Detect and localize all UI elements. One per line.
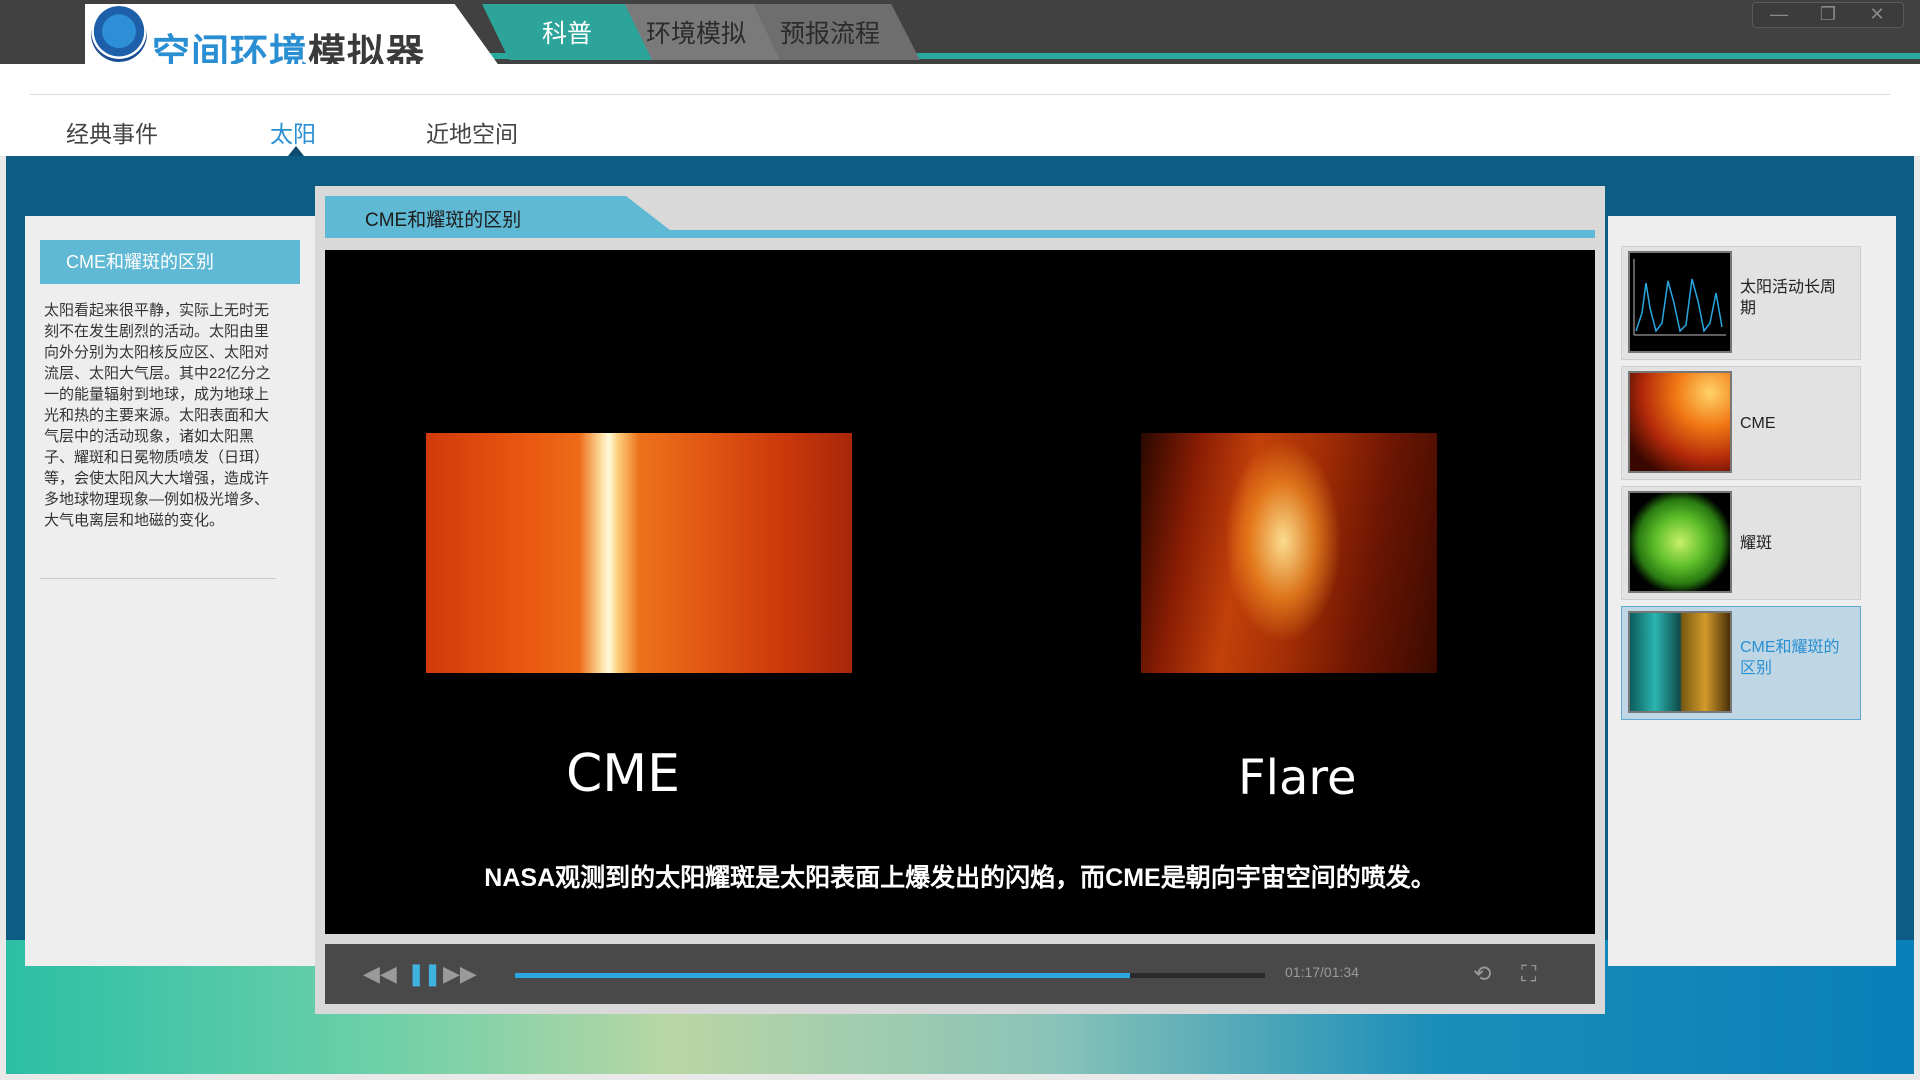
playlist-item-label: CME	[1740, 415, 1776, 432]
cme-label: CME	[566, 744, 681, 804]
minimize-button[interactable]: —	[1755, 3, 1803, 27]
playlist-item-flare[interactable]: 耀斑	[1621, 486, 1861, 600]
cme-thumbnail-icon	[1628, 371, 1732, 473]
flare-thumbnail-icon	[1628, 491, 1732, 593]
rewind-icon[interactable]: ◀◀	[363, 960, 397, 988]
close-button[interactable]: ✕	[1853, 3, 1901, 27]
restore-button[interactable]: ❐	[1804, 3, 1852, 27]
playlist-item-solar-cycle[interactable]: 太阳活动长周期	[1621, 246, 1861, 360]
player-controls: ◀◀ ❚❚ ▶▶ 01:17/01:34 ⟲ ⛶	[325, 944, 1595, 1004]
video-player[interactable]: CME Flare NASA观测到的太阳耀斑是太阳表面上爆发出的闪焰，而CME是…	[325, 250, 1595, 934]
info-panel-text: 太阳看起来很平静，实际上无时无刻不在发生剧烈的活动。太阳由里向外分别为太阳核反应…	[44, 302, 271, 529]
solar-cycle-chart-icon	[1628, 251, 1732, 353]
sub-nav-near-earth-space[interactable]: 近地空间	[426, 115, 518, 149]
playlist-item-cme[interactable]: CME	[1621, 366, 1861, 480]
playback-time: 01:17/01:34	[1285, 964, 1359, 980]
sub-nav-sun[interactable]: 太阳	[270, 115, 316, 149]
playlist-item-label: 耀斑	[1740, 535, 1773, 552]
pause-icon[interactable]: ❚❚	[407, 960, 442, 988]
info-panel-title: CME和耀斑的区别	[40, 240, 300, 284]
flare-label: Flare	[1238, 750, 1357, 806]
tab-science[interactable]: 科普	[482, 4, 652, 60]
fast-forward-icon[interactable]: ▶▶	[443, 960, 477, 988]
video-subtitle: NASA观测到的太阳耀斑是太阳表面上爆发出的闪焰，而CME是朝向宇宙空间的喷发。	[484, 864, 1436, 892]
cme-vs-flare-thumbnail-icon	[1628, 611, 1732, 713]
playlist-item-label: 太阳活动长周期	[1740, 279, 1837, 317]
sub-nav-divider	[30, 94, 1890, 95]
video-title: CME和耀斑的区别	[365, 210, 522, 231]
progress-bar[interactable]	[515, 973, 1265, 978]
cme-image	[426, 433, 852, 673]
window-controls: — ❐ ✕	[1752, 2, 1904, 28]
flare-image	[1141, 433, 1437, 673]
solar-cycle-sparkline	[1633, 259, 1726, 336]
progress-fill	[515, 973, 1130, 978]
active-caret-icon	[288, 146, 304, 156]
sub-nav: 经典事件 太阳 近地空间	[0, 64, 1920, 156]
playlist-item-label: CME和耀斑的区别	[1740, 639, 1840, 677]
playlist-item-cme-vs-flare[interactable]: CME和耀斑的区别	[1621, 606, 1861, 720]
info-panel-divider	[40, 578, 276, 579]
fullscreen-icon[interactable]: ⛶	[1521, 960, 1536, 988]
sub-nav-classic-events[interactable]: 经典事件	[66, 115, 158, 149]
loop-icon[interactable]: ⟲	[1473, 960, 1491, 988]
app-emblem-icon	[91, 6, 147, 62]
